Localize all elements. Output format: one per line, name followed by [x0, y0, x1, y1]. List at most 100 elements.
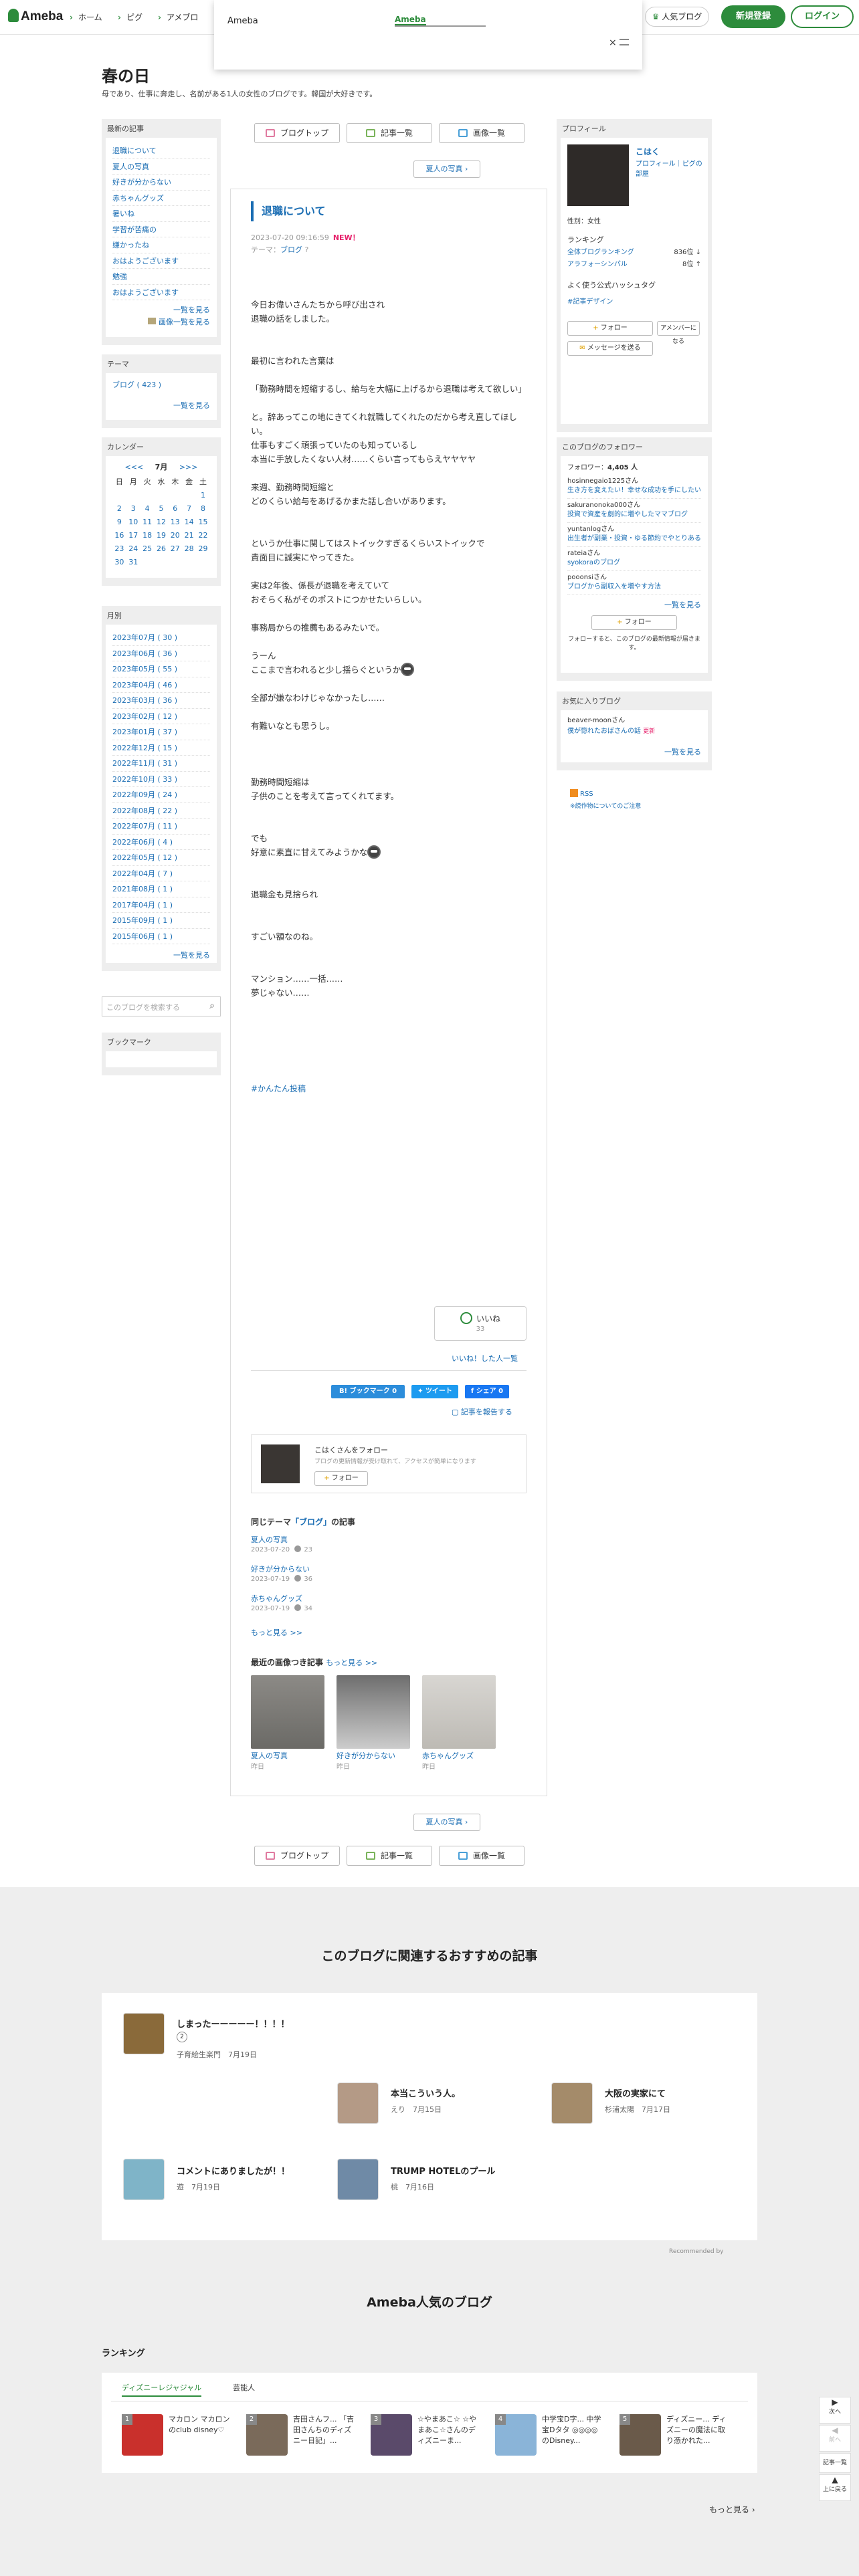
- monthly-item[interactable]: 2022年08月 ( 22 ): [112, 807, 177, 815]
- nav-home[interactable]: ホーム: [70, 11, 102, 23]
- favorite-post[interactable]: 僕が惚れたおばさんの話 更新: [567, 726, 701, 737]
- message-button[interactable]: ✉ メッセージを送る: [567, 341, 653, 356]
- favorites-more-link[interactable]: 一覧を見る: [567, 746, 701, 757]
- calendar-next[interactable]: >>>: [179, 463, 198, 471]
- monthly-item[interactable]: 2022年10月 ( 33 ): [112, 775, 177, 784]
- rss-help[interactable]: ※読作物についてのご注意: [570, 801, 641, 810]
- nav-ameblo[interactable]: アメブロ: [158, 11, 198, 23]
- follower-post[interactable]: syokoraのブログ: [567, 558, 701, 568]
- ranking-text[interactable]: マカロン マカロンのclub disney♡: [169, 2414, 233, 2436]
- monthly-item[interactable]: 2022年12月 ( 15 ): [112, 744, 177, 752]
- ranking-more[interactable]: もっと見る ›: [709, 2504, 755, 2515]
- same-theme-more[interactable]: もっと見る >>: [251, 1627, 302, 1638]
- image-list-button[interactable]: 画像一覧: [439, 123, 524, 143]
- profile-follow-button[interactable]: + フォロー: [567, 321, 653, 336]
- recent-image-thumb[interactable]: [251, 1675, 324, 1749]
- recommend-thumb[interactable]: [123, 2159, 165, 2200]
- monthly-item[interactable]: 2017年04月 ( 1 ): [112, 901, 173, 909]
- follower-post[interactable]: 投資で資産を劇的に増やしたママブログ: [567, 510, 701, 520]
- monthly-item[interactable]: 2022年05月 ( 12 ): [112, 853, 177, 862]
- theme-item[interactable]: ブログ ( 423 ): [112, 381, 161, 389]
- latest-item[interactable]: おはようございます: [112, 288, 179, 297]
- next-article-button[interactable]: 夏人の写真 ›: [413, 160, 480, 178]
- ameba-logo[interactable]: Ameba: [8, 9, 63, 24]
- monthly-item[interactable]: 2023年06月 ( 36 ): [112, 649, 177, 658]
- follower-post[interactable]: 生き方を変えたい！幸せな成功を手にしたい...: [567, 486, 701, 496]
- amember-button[interactable]: アメンバーになる: [657, 321, 700, 345]
- recent-image-title[interactable]: 夏人の写真: [251, 1751, 288, 1761]
- same-theme-item[interactable]: 好きが分からない: [251, 1565, 310, 1574]
- recommend-title[interactable]: 本当こういう人。: [391, 2086, 460, 2099]
- next-fixed-button[interactable]: ▶ 次へ: [819, 2397, 851, 2424]
- monthly-item[interactable]: 2022年07月 ( 11 ): [112, 822, 177, 831]
- article-theme-link[interactable]: ブログ: [280, 245, 302, 254]
- recommend-title[interactable]: しまったーーーーー！！！！: [177, 2017, 289, 2030]
- login-button[interactable]: ログイン: [791, 5, 854, 28]
- latest-item[interactable]: 退職について: [112, 146, 157, 155]
- hashtag-link[interactable]: #かんたん投稿: [251, 1083, 306, 1094]
- followers-more-link[interactable]: 一覧を見る: [567, 599, 701, 610]
- register-button[interactable]: 新規登録: [721, 5, 785, 28]
- images-more-link[interactable]: 画像一覧を見る: [112, 316, 210, 327]
- article-title[interactable]: 退職について: [251, 201, 326, 221]
- top-fixed-button[interactable]: ▲ 上に戻る: [819, 2474, 851, 2501]
- monthly-item[interactable]: 2015年09月 ( 1 ): [112, 916, 173, 925]
- recommend-thumb[interactable]: [551, 2082, 593, 2124]
- monthly-item[interactable]: 2023年01月 ( 37 ): [112, 728, 177, 736]
- hatena-bookmark-button[interactable]: B! ブックマーク 0: [331, 1385, 405, 1398]
- recommend-title[interactable]: TRUMP HOTELのプール: [391, 2164, 495, 2177]
- follower-post[interactable]: ブログから副収入を増やす方法: [567, 582, 701, 592]
- same-theme-item[interactable]: 赤ちゃんグッズ: [251, 1594, 302, 1603]
- recent-image-thumb[interactable]: [337, 1675, 410, 1749]
- like-button[interactable]: いいね 33: [434, 1306, 527, 1341]
- profile-avatar[interactable]: [567, 144, 629, 206]
- latest-item[interactable]: 夏人の写真: [112, 163, 149, 171]
- monthly-item[interactable]: 2023年02月 ( 12 ): [112, 712, 177, 721]
- recommend-thumb[interactable]: [123, 2013, 165, 2054]
- monthly-item[interactable]: 2015年06月 ( 1 ): [112, 932, 173, 941]
- monthly-item[interactable]: 2023年07月 ( 30 ): [112, 633, 177, 642]
- recent-image-title[interactable]: 好きが分からない: [337, 1751, 395, 1761]
- popular-blog-button[interactable]: ♛ 人気ブログ: [645, 7, 709, 27]
- follower-post[interactable]: 出生者が副業・投資・ゆる節約でやとりある...: [567, 534, 701, 544]
- ranking-text[interactable]: ☆やまあこ☆ ☆やまあこ☆さんのディズニーま...: [417, 2414, 482, 2446]
- next-article-button-bottom[interactable]: 夏人の写真 ›: [413, 1814, 480, 1831]
- monthly-item[interactable]: 2021年08月 ( 1 ): [112, 885, 173, 893]
- like-list-link[interactable]: いいね！した人一覧: [452, 1353, 518, 1364]
- blog-title[interactable]: 春の日: [102, 63, 150, 86]
- author-avatar[interactable]: [261, 1444, 300, 1483]
- recommend-title[interactable]: コメントにありましたが！！: [177, 2164, 290, 2177]
- menu-icon[interactable]: [619, 39, 629, 45]
- monthly-item[interactable]: 2023年05月 ( 55 ): [112, 665, 177, 673]
- calendar-prev[interactable]: <<<: [125, 463, 144, 471]
- monthly-item[interactable]: 2023年04月 ( 46 ): [112, 681, 177, 689]
- list-fixed-button[interactable]: 記事一覧: [819, 2453, 851, 2473]
- monthly-item[interactable]: 2022年04月 ( 7 ): [112, 869, 173, 878]
- profile-links[interactable]: プロフィール｜ピグの部屋: [636, 158, 708, 178]
- blog-search-input[interactable]: このブログを検索する ⌕: [102, 996, 221, 1016]
- latest-item[interactable]: 赤ちゃんグッズ: [112, 194, 164, 203]
- search-icon[interactable]: ⌕: [209, 1000, 215, 1011]
- latest-item[interactable]: 勉強: [112, 272, 127, 281]
- overall-rank-label[interactable]: 全体ブログランキング: [567, 246, 634, 256]
- latest-item[interactable]: 学習が苦痛の: [112, 225, 157, 234]
- rss-link[interactable]: RSS: [570, 789, 593, 798]
- prev-fixed-button[interactable]: ◀ 前へ: [819, 2425, 851, 2452]
- recommend-title[interactable]: 大阪の実家にて: [605, 2086, 666, 2099]
- ranking-text[interactable]: 中学宝D字... 中学宝Dタタ ◎◎◎◎ のDisney...: [542, 2414, 606, 2446]
- theme-more-link[interactable]: 一覧を見る: [112, 400, 210, 411]
- facebook-share-button[interactable]: f シェア 0: [465, 1385, 509, 1398]
- monthly-item[interactable]: 2023年03月 ( 36 ): [112, 696, 177, 705]
- latest-item[interactable]: 好きが分からない: [112, 178, 171, 187]
- recent-images-more[interactable]: もっと見る >>: [326, 1658, 377, 1667]
- image-list-button-bottom[interactable]: 画像一覧: [439, 1846, 524, 1866]
- article-list-button[interactable]: 記事一覧: [347, 123, 432, 143]
- profile-name[interactable]: こはく: [636, 146, 660, 157]
- recommend-thumb[interactable]: [337, 2082, 379, 2124]
- report-link[interactable]: ▢ 記事を報告する: [452, 1406, 512, 1417]
- tweet-button[interactable]: ✦ ツイート: [411, 1385, 458, 1398]
- same-theme-item[interactable]: 夏人の写真: [251, 1535, 288, 1544]
- monthly-item[interactable]: 2022年09月 ( 24 ): [112, 790, 177, 799]
- recommend-thumb[interactable]: [337, 2159, 379, 2200]
- monthly-more-link[interactable]: 一覧を見る: [112, 950, 210, 960]
